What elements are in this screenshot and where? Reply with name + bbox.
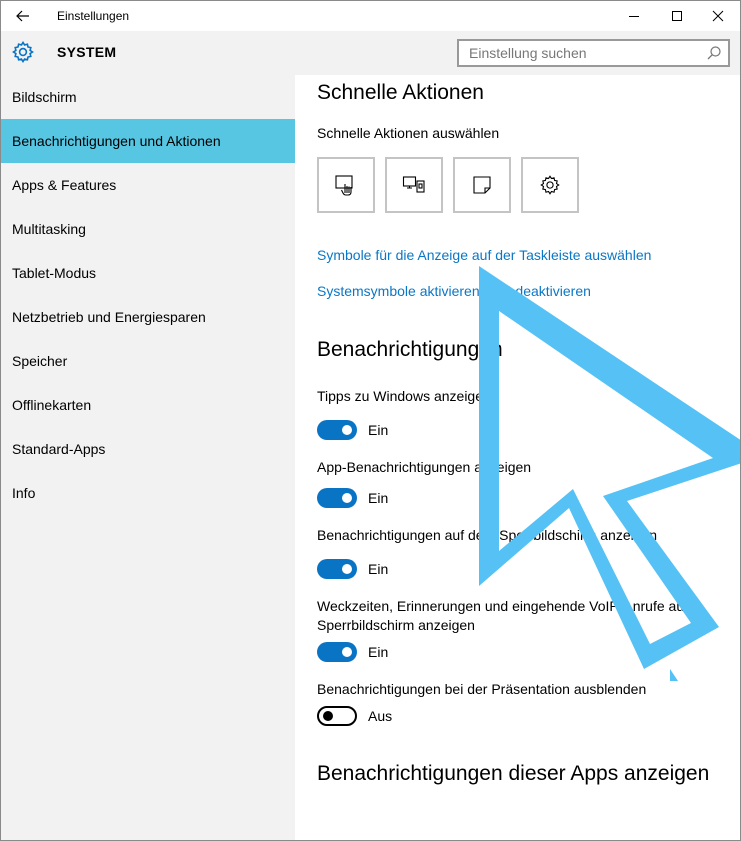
sidebar-item-bildschirm[interactable]: Bildschirm — [1, 75, 295, 119]
toggle-presentation[interactable] — [317, 706, 357, 726]
sidebar-item-info[interactable]: Info — [1, 471, 295, 515]
gear-icon — [12, 41, 34, 63]
toggle-knob — [323, 711, 333, 721]
quick-action-tile-settings[interactable] — [521, 157, 579, 213]
page-title: SYSTEM — [57, 44, 117, 60]
settings-header: SYSTEM — [1, 31, 740, 75]
system-icons-link[interactable]: Systemsymbole aktivieren oder deaktivier… — [317, 283, 591, 299]
content-pane: Schnelle Aktionen Schnelle Aktionen ausw… — [295, 75, 740, 840]
setting-label-app-notifications: App-Benachrichtigungen anzeigen — [317, 459, 532, 475]
sidebar: Bildschirm Benachrichtigungen und Aktion… — [1, 75, 295, 840]
tablet-mode-icon — [335, 175, 353, 196]
sidebar-item-label: Apps & Features — [12, 177, 117, 193]
sidebar-item-label: Multitasking — [12, 221, 86, 237]
toggle-voip[interactable] — [317, 642, 357, 662]
window-title: Einstellungen — [57, 9, 130, 23]
minimize-icon — [629, 16, 639, 17]
note-icon — [473, 176, 491, 194]
apps-notifications-heading: Benachrichtigungen dieser Apps anzeigen — [317, 762, 710, 785]
sidebar-item-label: Bildschirm — [12, 89, 77, 105]
search-box[interactable] — [457, 39, 730, 67]
notifications-heading: Benachrichtigungen — [317, 338, 503, 361]
setting-label-presentation: Benachrichtigungen bei der Präsentation … — [317, 681, 647, 697]
search-input[interactable] — [459, 41, 699, 65]
toggle-knob — [342, 647, 352, 657]
sidebar-item-speicher[interactable]: Speicher — [1, 339, 295, 383]
arrow-left-icon — [16, 10, 29, 22]
search-icon[interactable] — [706, 45, 722, 61]
settings-window: Einstellungen SYSTEM Bildschir — [0, 0, 741, 841]
sidebar-item-standard-apps[interactable]: Standard-Apps — [1, 427, 295, 471]
toggle-app-notifications[interactable] — [317, 488, 357, 508]
sidebar-item-label: Netzbetrieb und Energiesparen — [12, 309, 206, 325]
toggle-state-voip: Ein — [368, 644, 389, 660]
sidebar-item-label: Speicher — [12, 353, 68, 369]
toggle-state-lockscreen: Ein — [368, 561, 389, 577]
sidebar-item-netzbetrieb[interactable]: Netzbetrieb und Energiesparen — [1, 295, 295, 339]
quick-actions-subheading: Schnelle Aktionen auswählen — [317, 125, 500, 141]
quick-action-tile-project[interactable] — [385, 157, 443, 213]
sidebar-item-multitasking[interactable]: Multitasking — [1, 207, 295, 251]
close-button[interactable] — [695, 1, 740, 31]
project-icon — [402, 176, 425, 193]
sidebar-item-label: Info — [12, 485, 36, 501]
toggle-knob — [342, 425, 352, 435]
sidebar-item-label: Offlinekarten — [12, 397, 92, 413]
toggle-state-app-notifications: Ein — [368, 490, 389, 506]
maximize-icon — [672, 11, 682, 21]
sidebar-item-label: Standard-Apps — [12, 441, 106, 457]
sidebar-item-label: Tablet-Modus — [12, 265, 97, 281]
quick-action-tile-tablet[interactable] — [317, 157, 375, 213]
toggle-knob — [342, 493, 352, 503]
setting-label-voip-line1: Weckzeiten, Erinnerungen und eingehende … — [317, 598, 688, 614]
maximize-button[interactable] — [654, 1, 700, 31]
sidebar-item-benachrichtigungen[interactable]: Benachrichtigungen und Aktionen — [1, 119, 295, 163]
sidebar-item-apps-features[interactable]: Apps & Features — [1, 163, 295, 207]
toggle-tips[interactable] — [317, 420, 357, 440]
title-bar: Einstellungen — [1, 1, 740, 31]
setting-label-lockscreen: Benachrichtigungen auf dem Sperrbildschi… — [317, 527, 658, 543]
setting-label-voip-line2: Sperrbildschirm anzeigen — [317, 617, 475, 633]
sidebar-item-tablet-modus[interactable]: Tablet-Modus — [1, 251, 295, 295]
taskbar-icons-link[interactable]: Symbole für die Anzeige auf der Taskleis… — [317, 247, 651, 263]
quick-actions-heading: Schnelle Aktionen — [317, 81, 484, 104]
settings-gear-icon — [540, 175, 560, 195]
sidebar-item-label: Benachrichtigungen und Aktionen — [12, 133, 221, 149]
toggle-lockscreen[interactable] — [317, 559, 357, 579]
toggle-state-tips: Ein — [368, 422, 389, 438]
sidebar-item-offlinekarten[interactable]: Offlinekarten — [1, 383, 295, 427]
minimize-button[interactable] — [611, 1, 657, 31]
close-icon — [712, 10, 724, 22]
quick-action-tile-note[interactable] — [453, 157, 511, 213]
toggle-knob — [342, 564, 352, 574]
back-button[interactable] — [9, 3, 37, 29]
toggle-state-presentation: Aus — [368, 708, 393, 724]
setting-label-tips: Tipps zu Windows anzeigen — [317, 388, 491, 404]
